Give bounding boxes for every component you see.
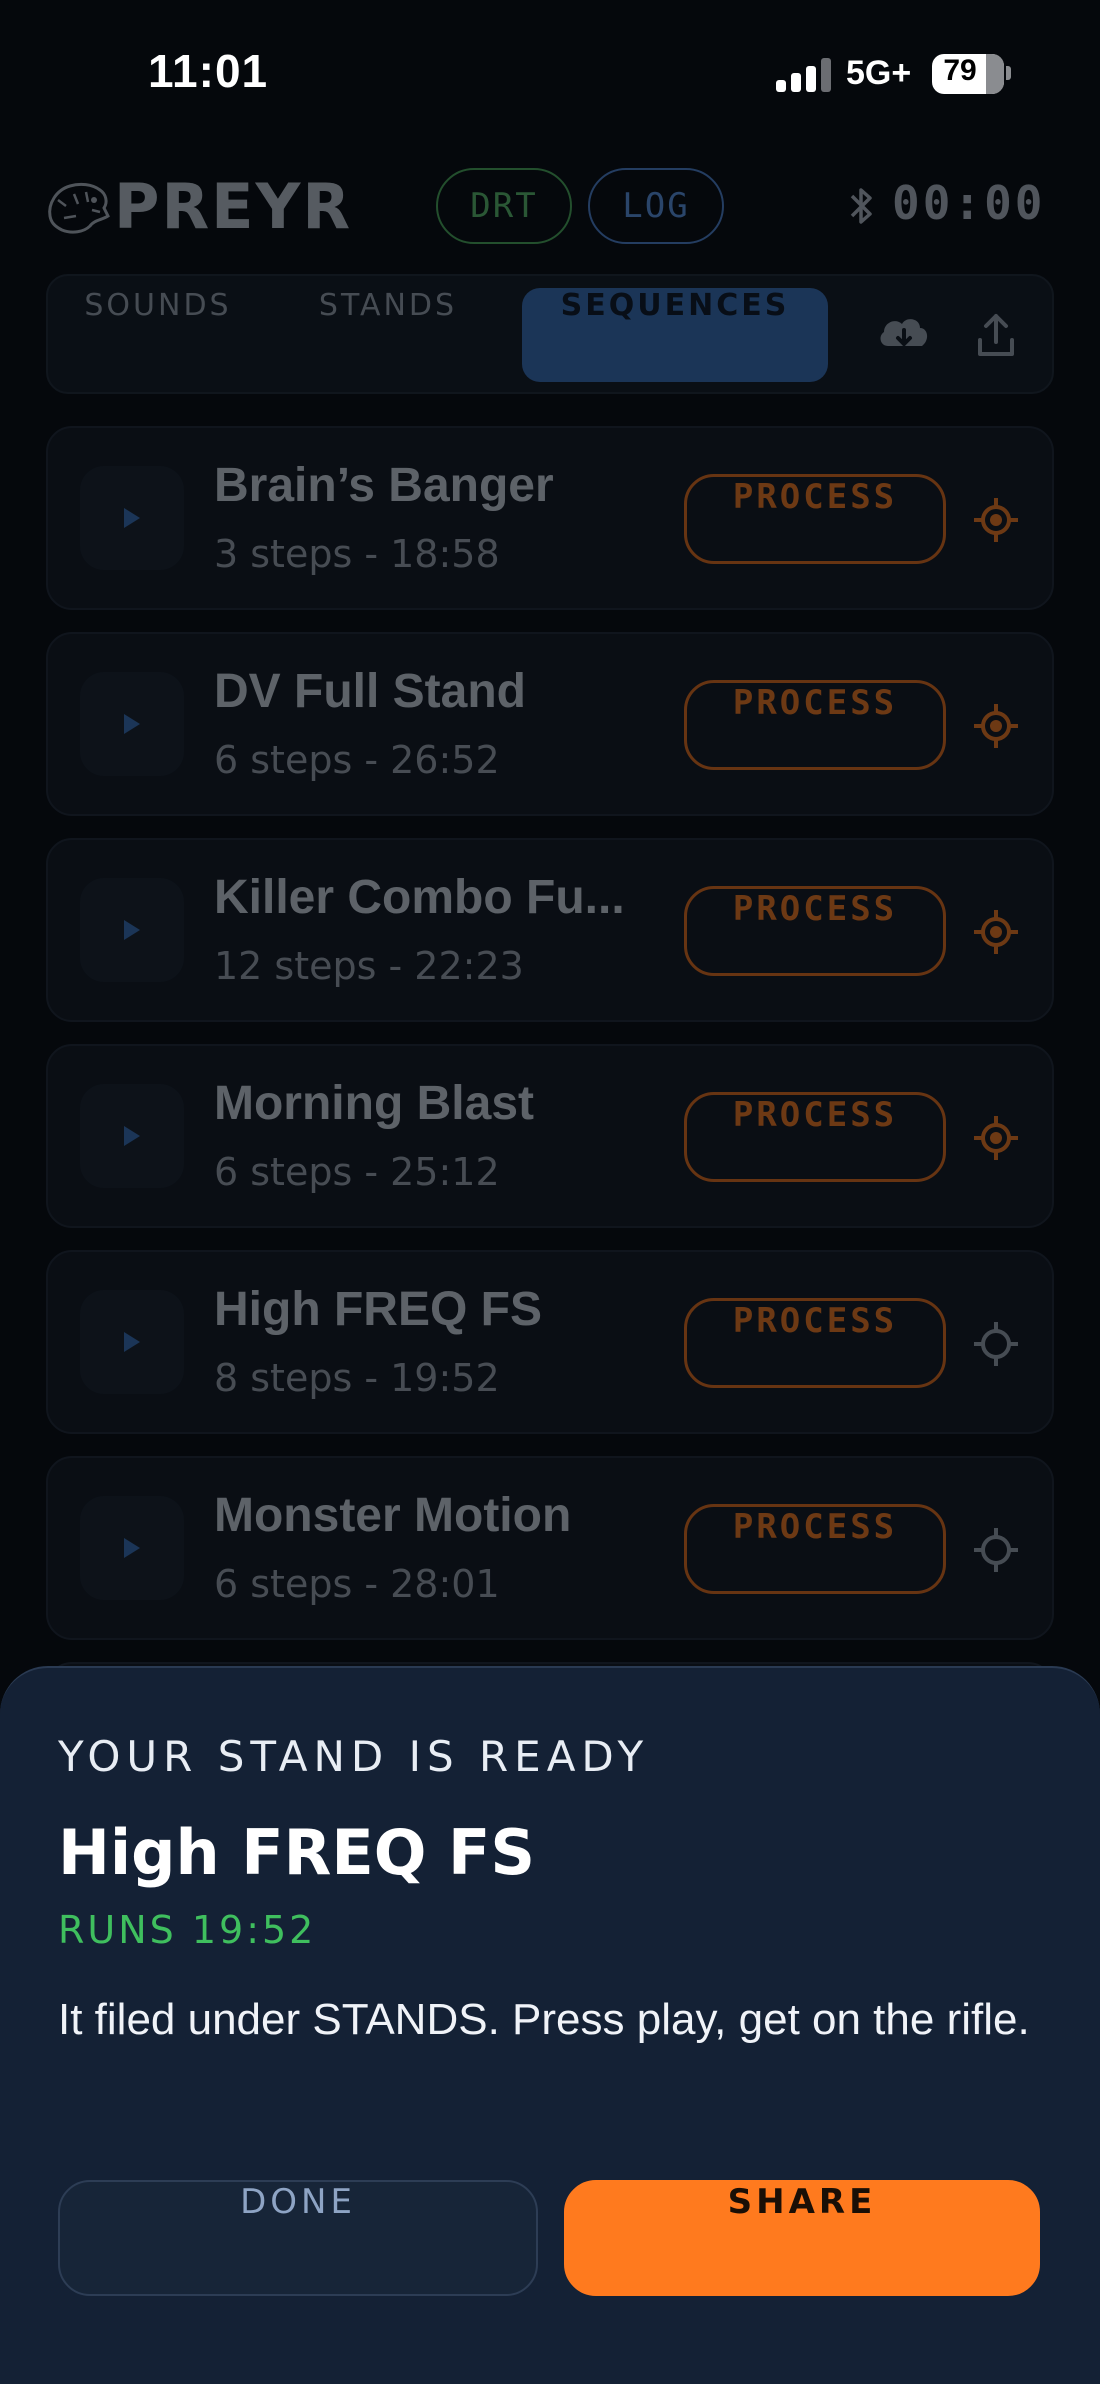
play-icon <box>124 714 140 734</box>
sequence-title: DV Full Stand <box>214 665 526 718</box>
play-button[interactable] <box>80 1496 184 1600</box>
sequence-subtitle: 8 steps - 19:52 <box>214 1356 500 1400</box>
battery-percent: 79 <box>943 54 977 87</box>
tab-bar: SOUNDS STANDS SEQUENCES <box>46 274 1054 394</box>
sequence-subtitle: 6 steps - 28:01 <box>214 1562 500 1606</box>
sequence-title: High FREQ FS <box>214 1283 542 1336</box>
play-button[interactable] <box>80 878 184 982</box>
sequence-subtitle: 6 steps - 25:12 <box>214 1150 500 1194</box>
play-icon <box>124 1332 140 1352</box>
battery-icon: 79 <box>932 54 1004 94</box>
tab-stands[interactable]: STANDS <box>308 288 468 382</box>
app-logo-text: PREYR <box>114 170 353 243</box>
sequence-subtitle: 3 steps - 18:58 <box>214 532 500 576</box>
sequence-row[interactable]: Killer Combo Fu... 12 steps - 22:23 PROC… <box>46 838 1054 1022</box>
status-time: 11:01 <box>148 45 269 97</box>
stand-ready-sheet: YOUR STAND IS READY High FREQ FS RUNS 19… <box>0 1666 1100 2384</box>
upload-icon[interactable] <box>966 306 1026 366</box>
hog-logo-icon <box>48 182 110 234</box>
play-button[interactable] <box>80 466 184 570</box>
sequence-row[interactable]: DV Full Stand 6 steps - 26:52 PROCESS <box>46 632 1054 816</box>
cloud-download-icon[interactable] <box>874 306 934 366</box>
log-button[interactable]: LOG <box>588 168 724 244</box>
sequence-subtitle: 6 steps - 26:52 <box>214 738 500 782</box>
play-icon <box>124 1538 140 1558</box>
sequence-row[interactable]: Morning Blast 6 steps - 25:12 PROCESS <box>46 1044 1054 1228</box>
sheet-kicker: YOUR STAND IS READY <box>58 1732 650 1781</box>
sequence-row[interactable]: Brain’s Banger 3 steps - 18:58 PROCESS <box>46 426 1054 610</box>
crosshair-outline-icon[interactable] <box>972 1526 1020 1574</box>
tab-sequences[interactable]: SEQUENCES <box>522 288 828 382</box>
sequence-row[interactable]: Monster Motion 6 steps - 28:01 PROCESS <box>46 1456 1054 1640</box>
tab-sounds[interactable]: SOUNDS <box>78 288 238 382</box>
play-button[interactable] <box>80 1290 184 1394</box>
app-header: PREYR DRT LOG 00:00 <box>0 160 1100 250</box>
status-bar: 11:01 5G+ 79 <box>0 0 1100 140</box>
sheet-title: High FREQ FS <box>58 1816 535 1889</box>
sequence-title: Monster Motion <box>214 1489 572 1542</box>
sequence-title: Killer Combo Fu... <box>214 871 625 924</box>
play-icon <box>124 1126 140 1146</box>
process-button[interactable]: PROCESS <box>684 474 946 564</box>
play-button[interactable] <box>80 672 184 776</box>
process-button[interactable]: PROCESS <box>684 1092 946 1182</box>
play-icon <box>124 508 140 528</box>
drt-button[interactable]: DRT <box>436 168 572 244</box>
network-type: 5G+ <box>846 54 912 92</box>
sequence-subtitle: 12 steps - 22:23 <box>214 944 524 988</box>
signal-icon <box>776 58 832 92</box>
sheet-message: It filed under STANDS. Press play, get o… <box>58 1995 1030 2044</box>
bluetooth-icon[interactable] <box>846 184 876 228</box>
done-button[interactable]: DONE <box>58 2180 538 2296</box>
process-button[interactable]: PROCESS <box>684 1298 946 1388</box>
crosshair-icon[interactable] <box>972 496 1020 544</box>
sequence-title: Brain’s Banger <box>214 459 554 512</box>
battery-tip <box>1006 66 1011 80</box>
crosshair-icon[interactable] <box>972 908 1020 956</box>
sheet-runtime: RUNS 19:52 <box>58 1908 317 1952</box>
crosshair-icon[interactable] <box>972 1114 1020 1162</box>
sequence-title: Morning Blast <box>214 1077 534 1130</box>
process-button[interactable]: PROCESS <box>684 886 946 976</box>
process-button[interactable]: PROCESS <box>684 680 946 770</box>
play-icon <box>124 920 140 940</box>
play-button[interactable] <box>80 1084 184 1188</box>
process-button[interactable]: PROCESS <box>684 1504 946 1594</box>
share-button[interactable]: SHARE <box>564 2180 1040 2296</box>
app-screen: 11:01 5G+ 79 PREYR DRT LOG 00:00 SOUNDS … <box>0 0 1100 2384</box>
crosshair-icon[interactable] <box>972 702 1020 750</box>
crosshair-outline-icon[interactable] <box>972 1320 1020 1368</box>
sequence-row[interactable]: High FREQ FS 8 steps - 19:52 PROCESS <box>46 1250 1054 1434</box>
session-timer: 00:00 <box>892 176 1046 230</box>
